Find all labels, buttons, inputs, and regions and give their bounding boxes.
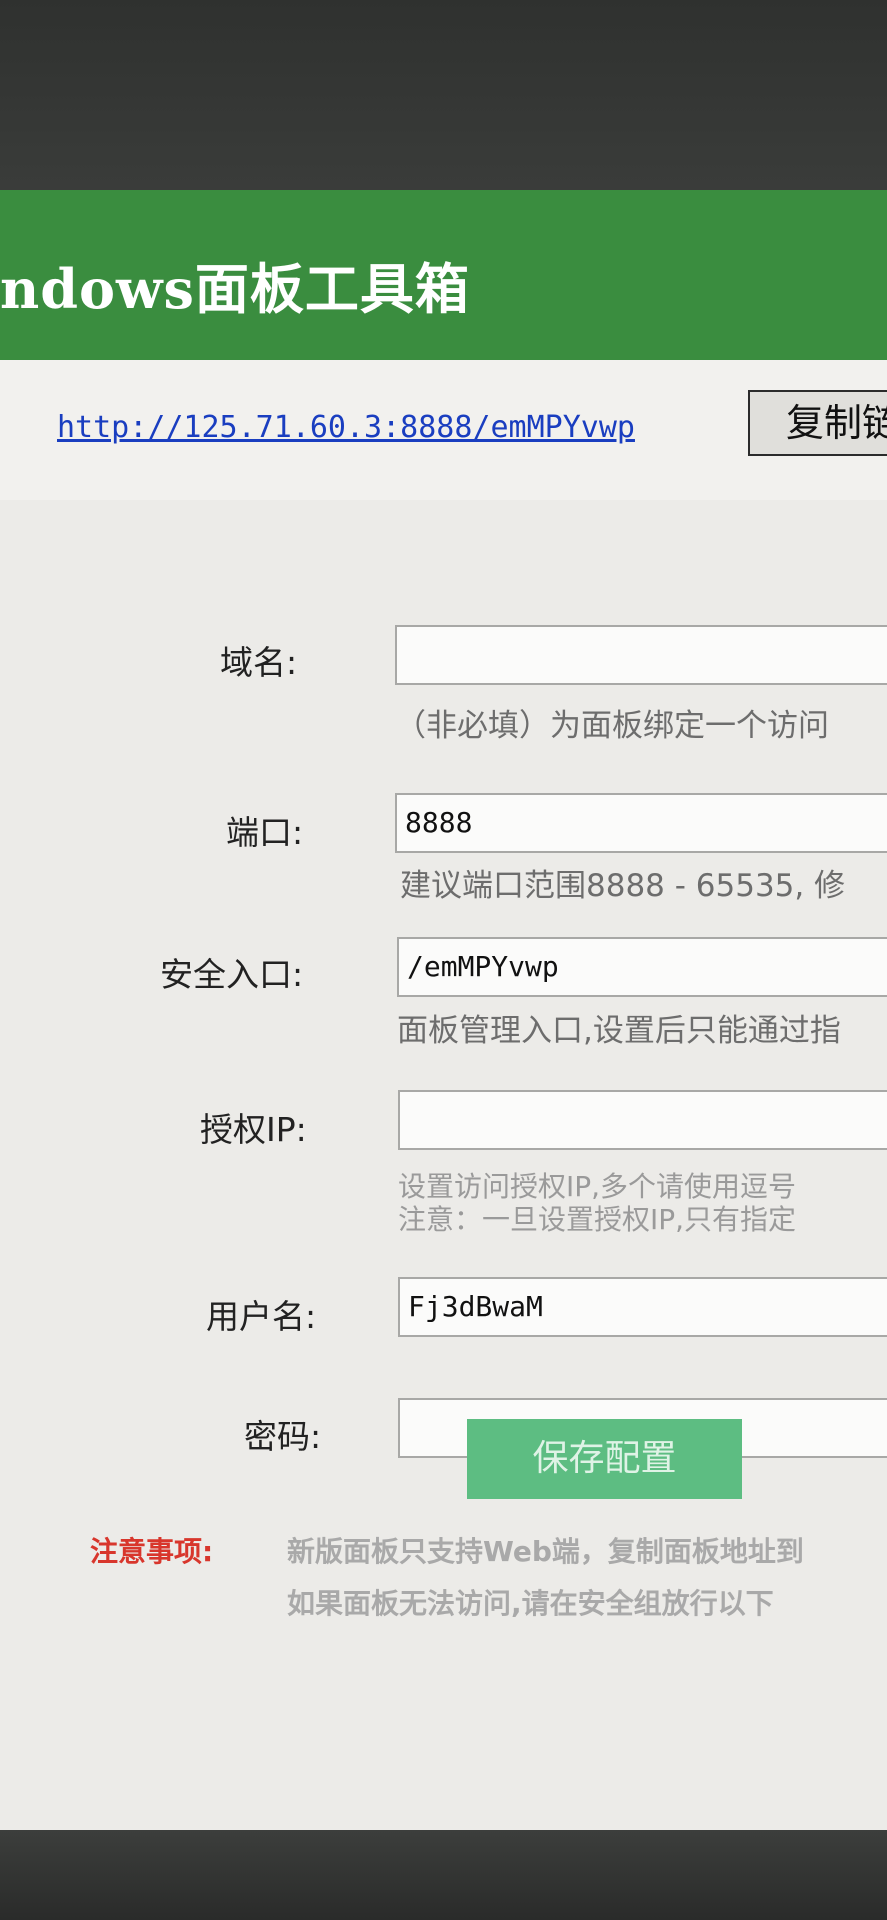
save-config-button[interactable]: 保存配置 (467, 1419, 742, 1499)
auth-ip-input[interactable] (398, 1090, 887, 1150)
auth-ip-label: 授权IP: (200, 1110, 307, 1149)
security-entry-input[interactable]: /emMPYvwp (397, 937, 887, 997)
copy-link-button[interactable]: 复制链 (748, 390, 887, 456)
notice-line-1: 新版面板只支持Web端，复制面板地址到 (287, 1535, 804, 1568)
auth-ip-hint-2: 注意：一旦设置授权IP,只有指定 (398, 1203, 797, 1236)
password-label: 密码: (244, 1417, 322, 1456)
window-title: ndows面板工具箱 (0, 257, 470, 321)
panel-toolbox-window: ndows面板工具箱 http://125.71.60.3:8888/emMPY… (0, 190, 887, 1830)
security-entry-label: 安全入口: (160, 955, 304, 994)
username-label: 用户名: (206, 1297, 317, 1336)
notice-label: 注意事项: (90, 1535, 214, 1568)
domain-hint: （非必填）为面板绑定一个访问 (395, 708, 829, 744)
panel-url-link[interactable]: http://125.71.60.3:8888/emMPYvwp (57, 410, 635, 445)
port-input[interactable]: 8888 (395, 793, 887, 853)
username-input[interactable]: Fj3dBwaM (398, 1277, 887, 1337)
notice-line-2: 如果面板无法访问,请在安全组放行以下 (287, 1587, 774, 1620)
domain-label: 域名: (220, 643, 298, 682)
monitor-bezel-top (0, 0, 887, 190)
panel-url-row: http://125.71.60.3:8888/emMPYvwp 复制链 (0, 360, 887, 500)
config-form: 域名: （非必填）为面板绑定一个访问 端口: 8888 建议端口范围8888 -… (0, 500, 887, 1830)
security-entry-hint: 面板管理入口,设置后只能通过指 (397, 1013, 841, 1049)
monitor-bezel-bottom (0, 1830, 887, 1920)
window-titlebar: ndows面板工具箱 (0, 190, 887, 360)
port-hint: 建议端口范围8888 - 65535, 修 (400, 868, 846, 904)
port-label: 端口: (226, 813, 304, 852)
domain-input[interactable] (395, 625, 887, 685)
